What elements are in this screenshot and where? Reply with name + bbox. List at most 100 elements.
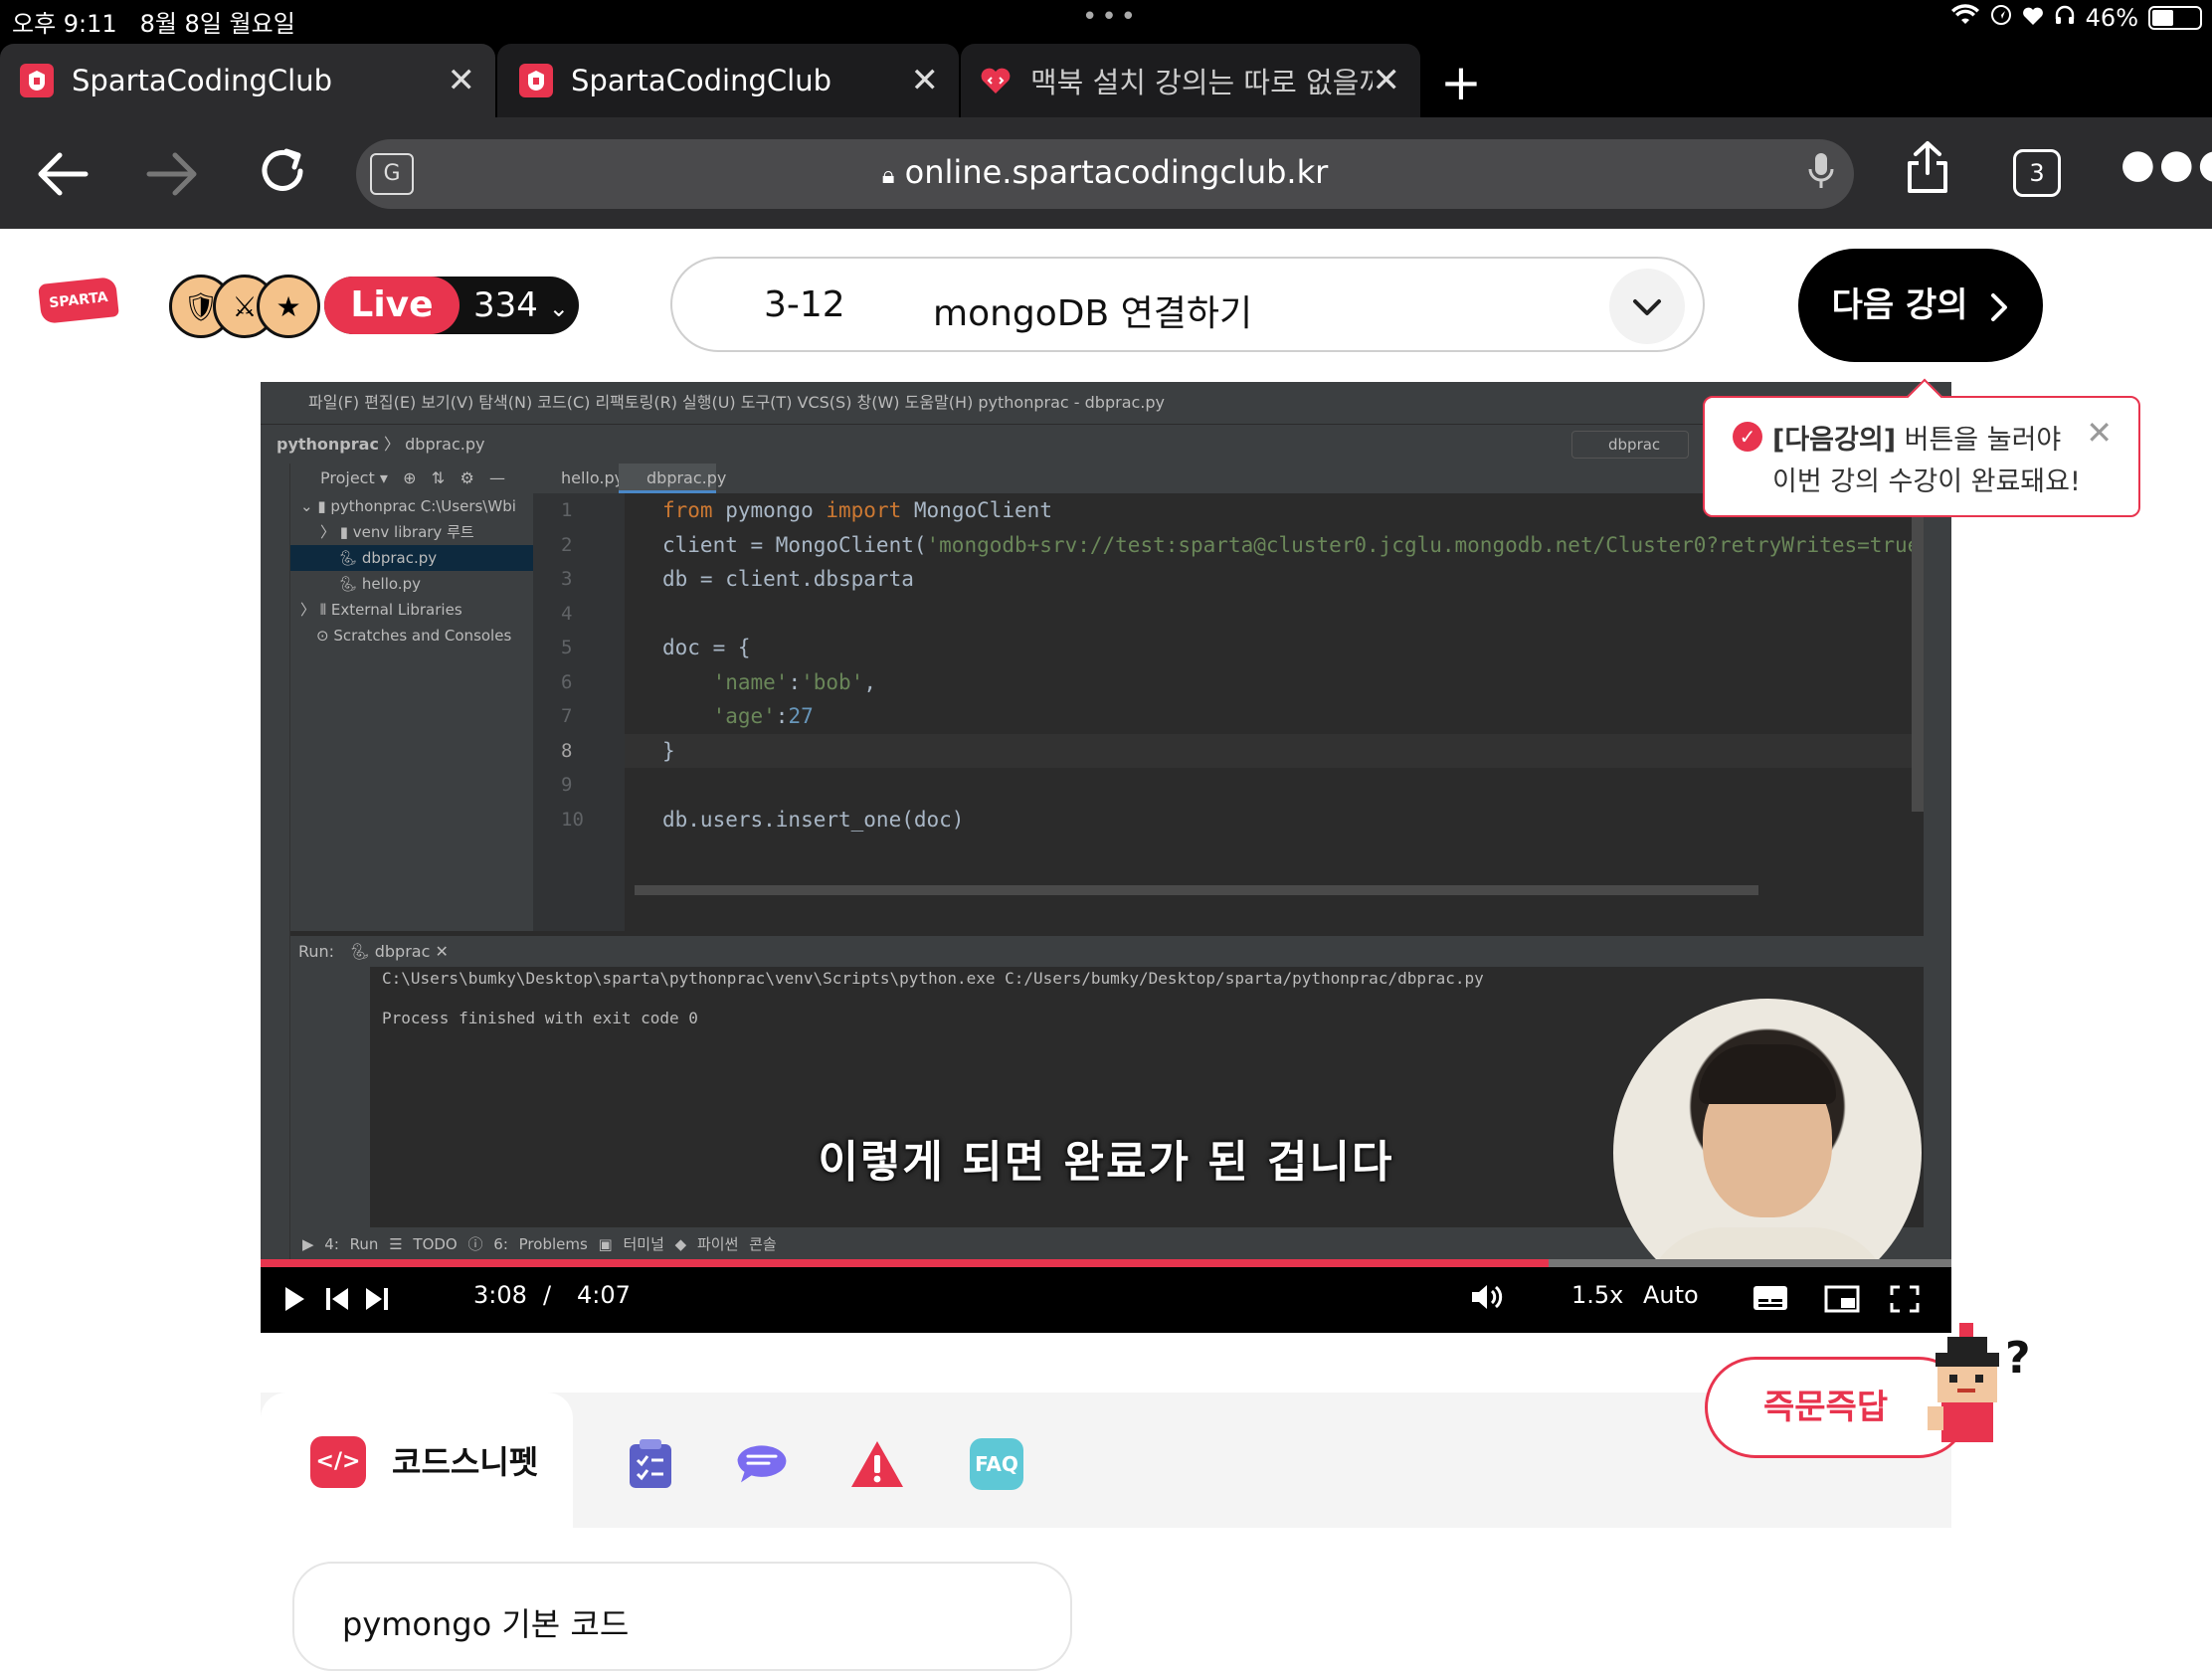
code-editor: from pymongo import MongoClient client = … [625,493,1916,931]
code-line: } [625,733,1916,768]
code-line: db = client.dbsparta [662,567,914,591]
browser-tab-bar: SpartaCodingClub ✕ SpartaCodingClub ✕ 맥북… [0,36,2212,117]
lecture-select-dropdown[interactable]: 3-12 mongoDB 연결하기 [670,257,1705,352]
address-bar[interactable]: G 🔒︎ online.spartacodingclub.kr [356,139,1854,209]
fullscreen-icon[interactable] [1890,1285,1920,1319]
next-icon[interactable] [364,1285,390,1319]
code-line: client = MongoClient('mongodb+srv://test… [662,532,1916,557]
battery-percent: 46% [2085,4,2138,32]
more-icon[interactable]: ●●● [2120,141,2212,187]
new-tab-plus-icon[interactable]: + [1440,54,1482,111]
line-number: 3 [561,568,573,590]
live-label: Live [324,277,460,334]
browser-tab-1[interactable]: SpartaCodingClub ✕ [0,44,495,117]
close-icon[interactable]: ✕ [2086,414,2113,452]
sparta-favicon-icon [20,64,54,97]
code-snippet-title[interactable]: pymongo 기본 코드 [292,1562,1072,1671]
tab-title: 맥북 설치 강의는 따로 없을까요 [1030,66,1373,99]
editor-tab: dbprac.py [619,464,726,493]
current-time: 3:08 [473,1281,527,1309]
video-player[interactable]: 파일(F) 편집(E) 보기(V) 탐색(N) 코드(C) 리팩토링(R) 실행… [261,382,1951,1333]
chevron-down-icon[interactable] [1609,269,1685,344]
ios-status-bar: 오후 9:11 8월 8일 월요일 ••• 46% [0,0,2212,38]
picture-in-picture-icon[interactable] [1824,1285,1860,1319]
reload-icon[interactable] [257,145,308,211]
status-time: 오후 9:11 8월 8일 월요일 [12,10,295,38]
run-config-select: dbprac [1571,431,1689,459]
tab-count-button[interactable]: 3 [2013,149,2061,197]
lecture-number: 3-12 [764,284,845,325]
tree-item: 〉 ⫴ External Libraries [300,601,462,619]
faq-icon[interactable]: FAQ [969,1436,1024,1492]
heart-icon [2022,4,2044,32]
microphone-icon[interactable] [1808,151,1834,200]
wifi-icon [1950,4,1980,32]
headphones-icon [2054,4,2076,32]
ide-menu-bar: 파일(F) 편집(E) 보기(V) 탐색(N) 코드(C) 리팩토링(R) 실행… [261,382,1951,424]
video-quality[interactable]: Auto [1643,1281,1699,1309]
location-icon [1990,4,2012,32]
captions-icon[interactable] [1752,1285,1788,1317]
code-heart-favicon-icon [979,64,1013,97]
share-icon[interactable] [1904,139,1951,209]
check-circle-icon: ✓ [1733,422,1762,452]
warning-icon[interactable] [849,1436,905,1492]
tooltip-text: 이번 강의 수강이 완료돼요! [1772,466,2081,497]
code-line: doc = { [662,636,751,659]
multitasking-dots-icon[interactable]: ••• [1082,2,1140,32]
line-number: 9 [561,774,573,796]
ide-left-toolstrip [261,464,290,1329]
svg-text:?: ? [2005,1333,2031,1384]
lecture-title: mongoDB 연결하기 [933,293,1253,334]
line-number: 8 [561,739,573,762]
browser-tab-3[interactable]: 맥북 설치 강의는 따로 없을까요 ✕ [961,44,1420,117]
close-tab-icon[interactable]: ✕ [1373,61,1401,100]
forward-arrow-icon[interactable] [145,147,199,212]
battery-icon [2148,6,2202,30]
playback-speed[interactable]: 1.5x [1571,1281,1623,1309]
close-tab-icon[interactable]: ✕ [448,61,476,100]
browser-tab-2[interactable]: SpartaCodingClub ✕ [497,44,959,117]
sparta-mascot-icon[interactable]: ? [1928,1323,2037,1452]
ide-right-toolstrip [1924,464,1951,1329]
editor-tab: hello.py [561,468,625,487]
url-text: online.spartacodingclub.kr [904,153,1329,191]
editor-scrollbar [1912,493,1924,812]
line-number: 1 [561,499,573,521]
tree-item: ⌄ ▮ pythonprac C:\Users\Wbi [300,497,516,515]
tab-code-snippet[interactable]: </> 코드스니펫 [261,1392,573,1528]
avatar: ★ [257,275,320,338]
run-toolbar [290,967,370,1245]
back-arrow-icon[interactable] [36,147,90,212]
browser-toolbar: G 🔒︎ online.spartacodingclub.kr 3 ●●● [0,117,2212,229]
notes-icon[interactable] [623,1436,678,1492]
live-viewers-dropdown[interactable]: Live 334 ⌄ [324,277,579,334]
sparta-logo[interactable]: SPARTA [38,277,119,324]
run-panel-header: Run: 🐍︎ dbprac ✕ [290,935,1924,967]
lecture-tools-tabs: </> 코드스니펫 FAQ [261,1392,1951,1528]
chat-icon[interactable] [734,1436,790,1492]
next-lecture-button[interactable]: 다음 강의 [1798,249,2043,362]
previous-icon[interactable] [324,1285,350,1319]
tree-item: 〉 ▮ venv library 루트 [320,523,474,541]
tree-item: 🐍︎ dbprac.py [290,545,533,571]
code-icon: </> [310,1436,366,1488]
next-lecture-tooltip: ✓ [다음강의] 버튼을 눌러야 이번 강의 수강이 완료돼요! ✕ [1703,396,2140,517]
lock-icon: 🔒︎ [881,161,895,189]
project-tree: ⌄ ▮ pythonprac C:\Users\Wbi 〉 ▮ venv lib… [290,493,533,931]
line-number: 2 [561,533,573,556]
line-number: 4 [561,602,573,625]
code-line: 'name':'bob', [712,669,876,694]
line-number: 10 [561,808,584,831]
sparta-favicon-icon [519,64,553,97]
tab-title: SpartaCodingClub [72,64,332,97]
code-line: 'age':27 [712,704,814,728]
play-icon[interactable] [282,1285,306,1319]
ide-breadcrumb: pythonprac 〉 dbprac.py dbprac [261,424,1951,464]
project-panel-header: Project ▾ ⊕ ⇅ ⚙ — [290,464,533,493]
close-tab-icon[interactable]: ✕ [911,61,940,100]
tree-item: ⊙ Scratches and Consoles [316,627,512,645]
volume-icon[interactable] [1470,1281,1504,1319]
video-progress-bar[interactable] [261,1259,1951,1267]
